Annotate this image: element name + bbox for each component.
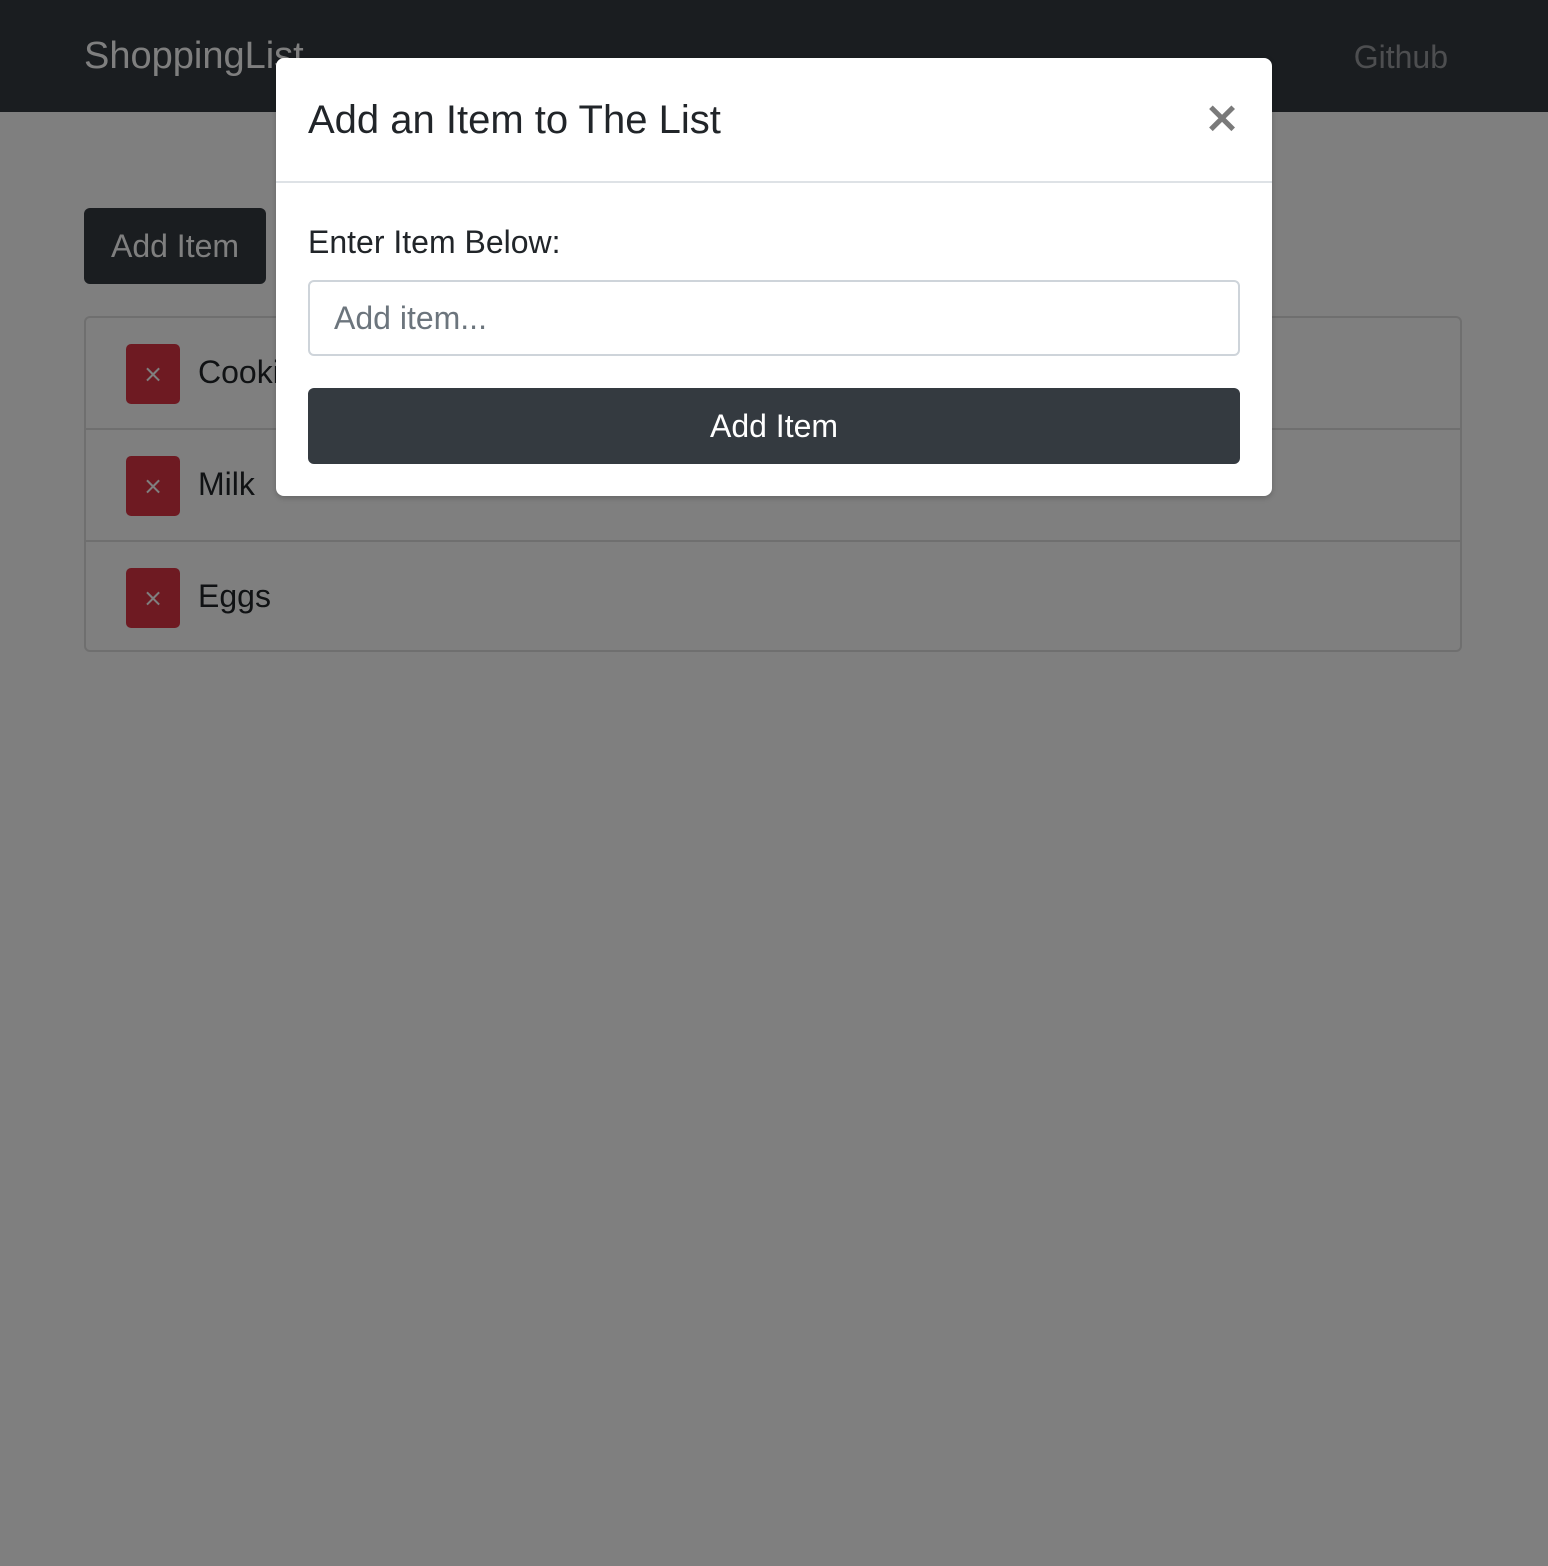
modal-header: Add an Item to The List × [276,58,1272,183]
add-item-modal: Add an Item to The List × Enter Item Bel… [276,58,1272,496]
submit-add-item-button[interactable]: Add Item [308,388,1240,464]
close-icon[interactable]: × [1202,96,1242,140]
item-field-label: Enter Item Below: [308,224,561,260]
modal-title: Add an Item to The List [308,98,721,142]
item-input[interactable] [308,280,1240,356]
